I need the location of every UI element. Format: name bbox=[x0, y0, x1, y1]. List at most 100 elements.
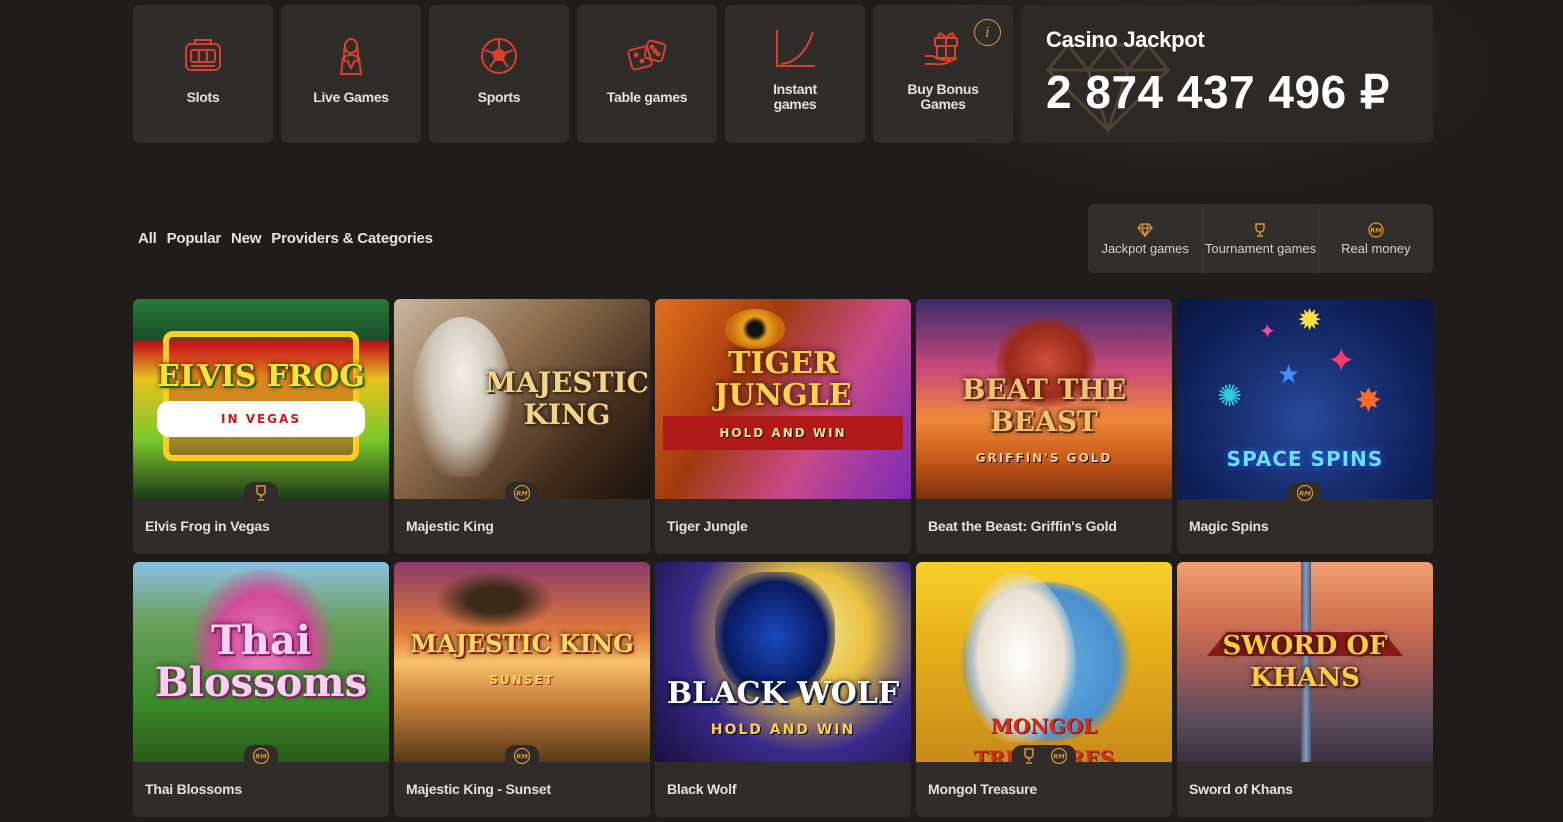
game-thumbnail: SWORD OF KHANS bbox=[1177, 562, 1433, 762]
category-live-games[interactable]: Live Games bbox=[281, 5, 421, 143]
game-thumbnail: BLACK WOLF HOLD AND WIN bbox=[655, 562, 911, 762]
game-badges: RM bbox=[1012, 745, 1076, 767]
filter-new[interactable]: New bbox=[231, 230, 261, 247]
svg-text:RM: RM bbox=[1053, 753, 1065, 761]
game-title: Tiger Jungle bbox=[667, 518, 748, 534]
rm-icon: RM bbox=[1368, 221, 1384, 238]
game-card-elvis-frog-in-vegas[interactable]: ELVIS FROG IN VEGAS Elvis Frog in Vegas bbox=[133, 299, 389, 554]
trophy-icon bbox=[252, 484, 270, 502]
svg-text:RM: RM bbox=[1370, 226, 1382, 234]
game-logo: Thai Blossoms bbox=[154, 617, 368, 706]
rm-icon: RM bbox=[513, 484, 531, 502]
rm-icon: RM bbox=[252, 747, 270, 765]
svg-text:RM: RM bbox=[516, 753, 528, 761]
game-logo: MAJESTIC KING SUNSET bbox=[410, 629, 634, 687]
game-card-tiger-jungle[interactable]: TIGER JUNGLE HOLD AND WIN Tiger Jungle bbox=[655, 299, 911, 554]
diamond-icon bbox=[1137, 222, 1153, 238]
toggle-label: Tournament games bbox=[1204, 240, 1317, 256]
filter-popular[interactable]: Popular bbox=[167, 230, 222, 247]
star-icon: ✸ bbox=[1355, 382, 1382, 418]
game-title: Black Wolf bbox=[667, 781, 737, 797]
casino-jackpot-panel: Casino Jackpot 2 874 437 496 ₽ bbox=[1021, 5, 1433, 143]
rm-icon: RM bbox=[1296, 484, 1314, 502]
toggle-jackpot-games[interactable]: Jackpot games bbox=[1088, 204, 1204, 273]
star-icon: ✦ bbox=[1327, 342, 1356, 380]
game-card-sword-of-khans[interactable]: SWORD OF KHANS Sword of Khans bbox=[1177, 562, 1433, 817]
category-label: Instant games bbox=[773, 81, 817, 112]
svg-text:RM: RM bbox=[1299, 490, 1311, 498]
game-thumbnail: MAJESTIC KING bbox=[394, 299, 650, 499]
game-logo: SWORD OF KHANS bbox=[1222, 631, 1388, 693]
soccer-ball-icon bbox=[481, 37, 517, 74]
game-logo: ELVIS FROG IN VEGAS bbox=[149, 361, 373, 437]
game-thumbnail: MONGOL TREASURES bbox=[916, 562, 1172, 762]
game-thumbnail: MAJESTIC KING SUNSET bbox=[394, 562, 650, 762]
game-title: Beat the Beast: Griffin's Gold bbox=[928, 518, 1117, 534]
game-title: Thai Blossoms bbox=[145, 781, 242, 797]
game-card-beat-the-beast-griffins-gold[interactable]: BEAT THE BEAST GRIFFIN'S GOLD Beat the Be… bbox=[916, 299, 1172, 554]
game-thumbnail: ✹ ✦ ✦ ★ ✺ ✸ SPACE SPINS bbox=[1177, 299, 1433, 499]
game-grid: ELVIS FROG IN VEGAS Elvis Frog in Vegas M… bbox=[133, 299, 1433, 817]
slot-machine-icon bbox=[185, 38, 221, 71]
filter-providers-categories[interactable]: Providers & Categories bbox=[271, 230, 433, 247]
trophy-icon bbox=[1255, 222, 1266, 237]
game-badges: RM bbox=[505, 482, 539, 504]
game-logo: SPACE SPINS bbox=[1226, 447, 1384, 471]
gift-hand-icon bbox=[925, 32, 958, 66]
svg-text:RM: RM bbox=[255, 753, 267, 761]
game-thumbnail: Thai Blossoms bbox=[133, 562, 389, 762]
category-label: Buy Bonus Games bbox=[907, 81, 979, 112]
star-icon: ★ bbox=[1277, 359, 1301, 389]
game-logo: BLACK WOLF HOLD AND WIN bbox=[666, 676, 900, 739]
filter-all[interactable]: All bbox=[138, 230, 157, 247]
dice-icon bbox=[627, 39, 667, 71]
toggle-real-money[interactable]: RM Real money bbox=[1319, 204, 1433, 273]
game-card-thai-blossoms[interactable]: Thai Blossoms RM Thai Blossoms bbox=[133, 562, 389, 817]
category-table-games[interactable]: Table games bbox=[577, 5, 717, 143]
game-title: Mongol Treasure bbox=[928, 781, 1038, 797]
star-icon: ✺ bbox=[1217, 380, 1243, 413]
game-card-majestic-king-sunset[interactable]: MAJESTIC KING SUNSET RM Majestic King - S… bbox=[394, 562, 650, 817]
tree-shape bbox=[434, 570, 554, 630]
game-card-majestic-king[interactable]: MAJESTIC KING RM Majestic King bbox=[394, 299, 650, 554]
category-buy-bonus-games[interactable]: i Buy Bonus Games bbox=[873, 5, 1013, 143]
game-logo: TIGER JUNGLE HOLD AND WIN bbox=[655, 348, 911, 450]
toggle-tournament-games[interactable]: Tournament games bbox=[1203, 204, 1319, 273]
star-icon: ✦ bbox=[1259, 321, 1276, 343]
svg-text:RM: RM bbox=[516, 490, 528, 498]
game-title: Elvis Frog in Vegas bbox=[145, 518, 270, 534]
game-title: Sword of Khans bbox=[1189, 781, 1293, 797]
category-label: Table games bbox=[606, 88, 688, 105]
jackpot-title: Casino Jackpot bbox=[1046, 27, 1205, 52]
trophy-icon bbox=[1020, 747, 1038, 765]
game-badges: RM bbox=[244, 745, 278, 767]
game-badges: RM bbox=[1288, 482, 1322, 504]
rm-icon: RM bbox=[1050, 747, 1068, 765]
game-type-toggles: Jackpot games Tournament games RM Real m… bbox=[1088, 204, 1433, 273]
category-label: Sports bbox=[477, 88, 521, 105]
category-instant-games[interactable]: Instant games bbox=[725, 5, 865, 143]
category-slots[interactable]: Slots bbox=[133, 5, 273, 143]
game-filter-tabs: All Popular New Providers & Categories bbox=[138, 230, 433, 247]
game-title: Majestic King - Sunset bbox=[406, 781, 551, 797]
game-badges bbox=[244, 482, 278, 504]
tiger-eye bbox=[725, 309, 785, 349]
toggle-label: Jackpot games bbox=[1101, 240, 1189, 256]
game-card-black-wolf[interactable]: BLACK WOLF HOLD AND WIN Black Wolf bbox=[655, 562, 911, 817]
game-thumbnail: TIGER JUNGLE HOLD AND WIN bbox=[655, 299, 911, 499]
game-title: Majestic King bbox=[406, 518, 494, 534]
category-label: Slots bbox=[186, 88, 220, 105]
game-card-magic-spins[interactable]: ✹ ✦ ✦ ★ ✺ ✸ SPACE SPINS RM Magic Spins bbox=[1177, 299, 1433, 554]
game-thumbnail: BEAT THE BEAST GRIFFIN'S GOLD bbox=[916, 299, 1172, 499]
jackpot-amount: 2 874 437 496 ₽ bbox=[1046, 66, 1390, 118]
game-logo: BEAT THE BEAST GRIFFIN'S GOLD bbox=[961, 373, 1127, 466]
game-card-mongol-treasure[interactable]: MONGOL TREASURES RM Mongol Treasure bbox=[916, 562, 1172, 817]
star-icon: ✹ bbox=[1297, 304, 1323, 337]
game-logo: MAJESTIC KING bbox=[485, 366, 649, 431]
category-sports[interactable]: Sports bbox=[429, 5, 569, 143]
rm-icon: RM bbox=[513, 747, 531, 765]
info-icon[interactable]: i bbox=[974, 19, 1001, 46]
toggle-label: Real money bbox=[1341, 240, 1411, 256]
game-thumbnail: ELVIS FROG IN VEGAS bbox=[133, 299, 389, 499]
category-label: Live Games bbox=[313, 88, 389, 105]
